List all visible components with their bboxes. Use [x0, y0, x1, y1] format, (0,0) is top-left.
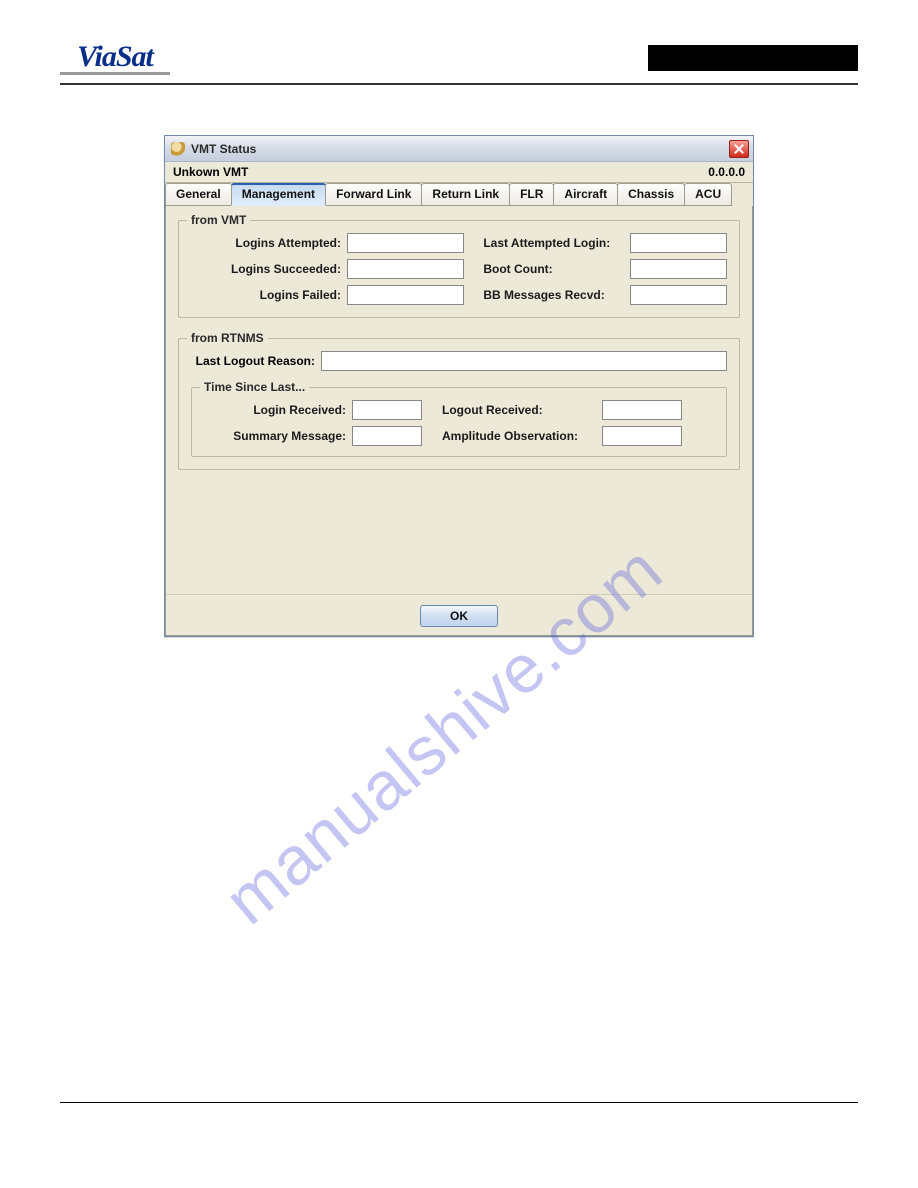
label-logins-attempted: Logins Attempted: — [191, 236, 347, 250]
label-logout-received: Logout Received: — [442, 403, 602, 417]
field-logins-succeeded[interactable] — [347, 259, 464, 279]
footer-rule — [60, 1102, 858, 1103]
subheader-left: Unkown VMT — [173, 165, 248, 179]
tab-chassis[interactable]: Chassis — [617, 183, 685, 206]
field-amplitude-observation[interactable] — [602, 426, 682, 446]
row-last-logout-reason: Last Logout Reason: — [191, 351, 727, 371]
label-logins-failed: Logins Failed: — [191, 288, 347, 302]
field-logins-failed[interactable] — [347, 285, 464, 305]
tab-flr[interactable]: FLR — [509, 183, 554, 206]
page-header: ViaSat — [60, 40, 858, 85]
close-icon — [734, 144, 744, 154]
field-login-received[interactable] — [352, 400, 422, 420]
window-titlebar[interactable]: VMT Status — [165, 136, 753, 162]
row-login-received: Login Received: Logout Received: — [202, 400, 716, 420]
field-boot-count[interactable] — [630, 259, 727, 279]
row-logins-succeeded: Logins Succeeded: Boot Count: — [191, 259, 727, 279]
tab-management[interactable]: Management — [231, 183, 326, 206]
vmt-status-dialog: VMT Status Unkown VMT 0.0.0.0 General Ma… — [164, 135, 754, 637]
group-time-since-last: Time Since Last... Login Received: Logou… — [191, 387, 727, 457]
button-bar: OK — [166, 594, 752, 635]
group-from-vmt: from VMT Logins Attempted: Last Attempte… — [178, 220, 740, 318]
java-icon — [171, 142, 185, 156]
tab-forward-link[interactable]: Forward Link — [325, 183, 422, 206]
label-boot-count: Boot Count: — [483, 262, 629, 276]
ok-button[interactable]: OK — [420, 605, 498, 627]
group-from-vmt-legend: from VMT — [187, 213, 250, 227]
tab-return-link[interactable]: Return Link — [421, 183, 510, 206]
row-logins-failed: Logins Failed: BB Messages Recvd: — [191, 285, 727, 305]
brand-logo: ViaSat — [60, 40, 170, 75]
group-from-rtnms-legend: from RTNMS — [187, 331, 268, 345]
field-logout-received[interactable] — [602, 400, 682, 420]
row-summary-message: Summary Message: Amplitude Observation: — [202, 426, 716, 446]
field-summary-message[interactable] — [352, 426, 422, 446]
tab-general[interactable]: General — [165, 183, 232, 206]
label-amplitude-observation: Amplitude Observation: — [442, 429, 602, 443]
group-time-since-last-legend: Time Since Last... — [200, 380, 309, 394]
label-summary-message: Summary Message: — [202, 429, 352, 443]
subheader-right: 0.0.0.0 — [708, 165, 745, 179]
label-login-received: Login Received: — [202, 403, 352, 417]
brand-logo-underline — [60, 72, 170, 75]
field-bb-messages-recvd[interactable] — [630, 285, 727, 305]
field-logins-attempted[interactable] — [347, 233, 464, 253]
field-last-logout-reason[interactable] — [321, 351, 727, 371]
tab-aircraft[interactable]: Aircraft — [553, 183, 618, 206]
tab-row: General Management Forward Link Return L… — [165, 183, 753, 206]
label-logins-succeeded: Logins Succeeded: — [191, 262, 347, 276]
label-last-attempted-login: Last Attempted Login: — [483, 236, 629, 250]
tab-body-management: from VMT Logins Attempted: Last Attempte… — [165, 206, 753, 636]
label-bb-messages-recvd: BB Messages Recvd: — [483, 288, 629, 302]
brand-logo-text: ViaSat — [77, 40, 153, 74]
close-button[interactable] — [729, 140, 749, 158]
dialog-subheader: Unkown VMT 0.0.0.0 — [165, 162, 753, 183]
window-title: VMT Status — [191, 142, 729, 156]
group-from-rtnms: from RTNMS Last Logout Reason: Time Sinc… — [178, 338, 740, 470]
row-logins-attempted: Logins Attempted: Last Attempted Login: — [191, 233, 727, 253]
tab-acu[interactable]: ACU — [684, 183, 732, 206]
label-last-logout-reason: Last Logout Reason: — [191, 354, 321, 368]
header-black-bar — [648, 45, 858, 71]
field-last-attempted-login[interactable] — [630, 233, 727, 253]
